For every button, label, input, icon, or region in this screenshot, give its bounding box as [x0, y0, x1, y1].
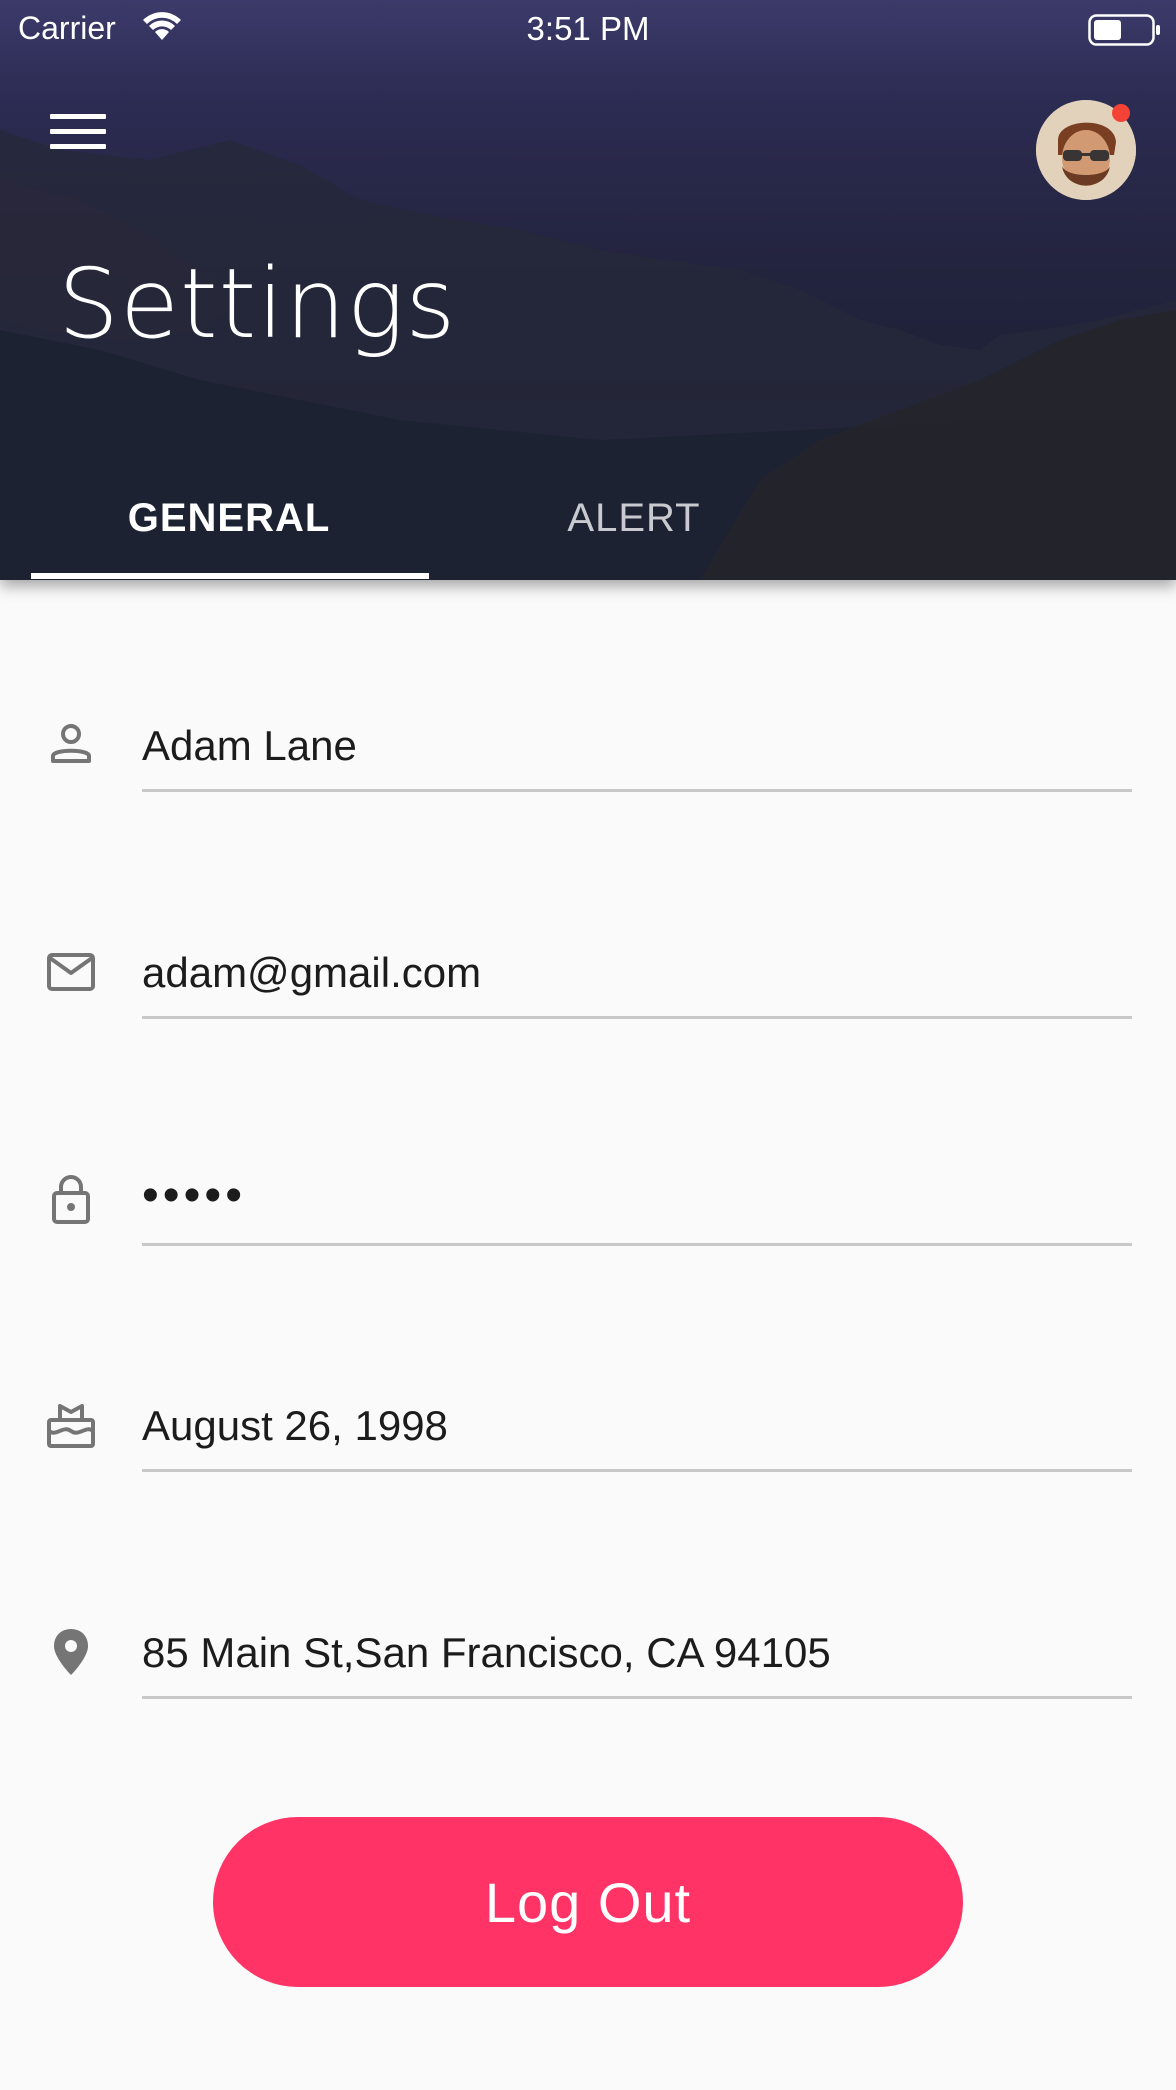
menu-icon[interactable]	[50, 114, 106, 158]
lock-icon	[52, 1175, 90, 1224]
tab-general[interactable]: GENERAL	[31, 496, 427, 541]
address-field[interactable]: 85 Main St,San Francisco, CA 94105	[0, 1593, 1176, 1703]
status-bar: Carrier 3:51 PM	[0, 0, 1176, 60]
field-underline	[142, 1016, 1132, 1019]
password-field[interactable]: •••••	[0, 1140, 1176, 1250]
name-value[interactable]: Adam Lane	[142, 722, 357, 770]
battery-icon	[1088, 14, 1160, 46]
field-underline	[142, 1469, 1132, 1472]
header: Carrier 3:51 PM Settings GENERAL ALERT	[0, 0, 1176, 580]
person-icon	[51, 724, 91, 763]
field-underline	[142, 789, 1132, 792]
notification-badge	[1112, 104, 1130, 122]
location-pin-icon	[54, 1629, 88, 1675]
email-field[interactable]: adam@gmail.com	[0, 913, 1176, 1023]
password-value[interactable]: •••••	[142, 1168, 246, 1223]
email-value[interactable]: adam@gmail.com	[142, 949, 481, 997]
cake-icon	[47, 1404, 95, 1448]
tab-indicator	[31, 573, 429, 579]
name-field[interactable]: Adam Lane	[0, 686, 1176, 796]
tab-alert[interactable]: ALERT	[436, 496, 832, 541]
birthday-field[interactable]: August 26, 1998	[0, 1366, 1176, 1476]
mail-icon	[47, 953, 95, 991]
address-value[interactable]: 85 Main St,San Francisco, CA 94105	[142, 1629, 831, 1677]
birthday-value[interactable]: August 26, 1998	[142, 1402, 448, 1450]
logout-button[interactable]: Log Out	[213, 1817, 963, 1987]
field-underline	[142, 1696, 1132, 1699]
page-title: Settings	[58, 248, 457, 360]
field-underline	[142, 1243, 1132, 1246]
status-time: 3:51 PM	[526, 10, 650, 47]
